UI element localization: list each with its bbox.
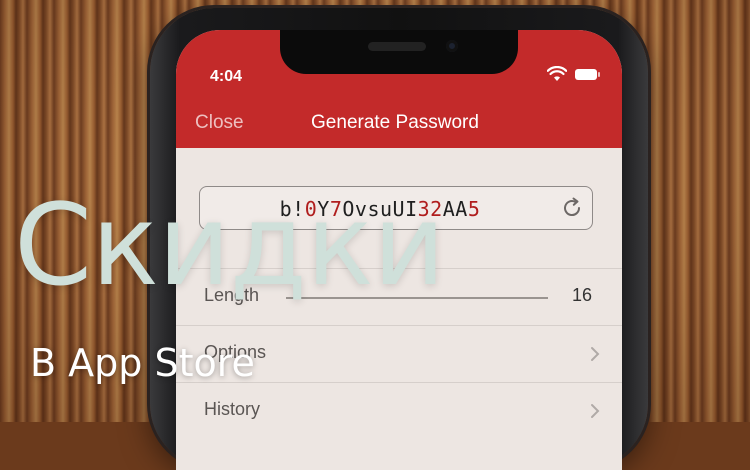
page-title-text: Generate Password — [311, 112, 479, 133]
navigation-bar: 4:04 Close Generate Password — [176, 30, 622, 148]
status-time: 4:04 — [210, 68, 243, 85]
chevron-right-icon — [591, 347, 600, 361]
notch — [280, 30, 518, 74]
overlay-subtitle: В App Store — [30, 341, 255, 385]
page-title: Generate Password — [176, 112, 622, 134]
length-value: 16 — [571, 285, 592, 305]
speaker-grille — [368, 42, 426, 51]
password-digit: 5 — [467, 197, 481, 221]
chevron-right-icon — [591, 404, 600, 418]
wifi-icon — [547, 66, 567, 81]
overlay-title: Скидки — [14, 181, 446, 311]
history-label: History — [204, 399, 261, 419]
refresh-icon[interactable] — [560, 196, 584, 220]
front-camera — [446, 40, 458, 52]
battery-icon — [575, 69, 600, 80]
history-row[interactable]: History — [176, 382, 622, 439]
password-chars: AA — [442, 197, 468, 221]
